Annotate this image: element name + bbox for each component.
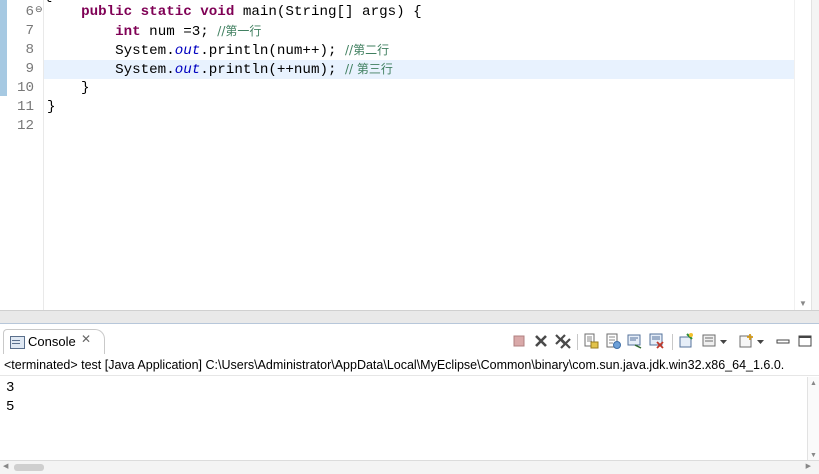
display-selected-console-icon[interactable] xyxy=(701,332,719,350)
output-line: 5 xyxy=(6,399,15,415)
minimize-icon[interactable] xyxy=(774,332,792,350)
comment-token: // 第三行 xyxy=(345,62,393,76)
show-on-output-icon[interactable] xyxy=(677,332,695,350)
console-vertical-scrollbar[interactable]: ▲ ▼ xyxy=(807,377,819,460)
fold-collapse-icon[interactable]: ⊖ xyxy=(35,3,43,18)
code-line[interactable]: 7 int num =3; //第一行 xyxy=(0,22,794,41)
toolbar-separator xyxy=(672,334,673,350)
scrollbar-thumb[interactable] xyxy=(14,464,44,471)
line-number: 6 xyxy=(25,4,34,20)
scroll-up-arrow-icon[interactable]: ▲ xyxy=(810,380,817,387)
chevron-down-icon[interactable] xyxy=(719,332,728,350)
code-token: .println(++num); xyxy=(200,62,346,78)
code-text: public static void main(String[] args) { xyxy=(47,3,422,22)
chevron-down-icon[interactable] xyxy=(756,332,765,350)
remove-launch-icon[interactable] xyxy=(532,332,550,350)
code-text: System.out.println(num++); //第二行 xyxy=(47,41,389,61)
maximize-icon[interactable] xyxy=(796,332,814,350)
line-number: 10 xyxy=(16,80,34,96)
field-token: out xyxy=(174,43,201,59)
keyword-token: int xyxy=(115,24,141,40)
console-view: Console ✕ <terminated> test [Java Applic… xyxy=(0,323,819,474)
scroll-down-arrow-icon[interactable]: ▼ xyxy=(810,452,817,459)
editor-vertical-scrollbar[interactable]: ▼ xyxy=(794,0,812,310)
line-number: 9 xyxy=(25,61,34,77)
code-token: } xyxy=(47,80,90,96)
tab-console[interactable]: Console ✕ xyxy=(3,329,105,354)
keyword-token: void xyxy=(200,4,235,20)
java-editor[interactable]: { 6⊖ public static void main(String[] ar… xyxy=(0,0,819,323)
keyword-token: static xyxy=(140,4,192,20)
scroll-lock-icon[interactable] xyxy=(582,332,600,350)
console-status-line: <terminated> test [Java Application] C:\… xyxy=(0,354,819,376)
overview-ruler xyxy=(811,0,819,310)
toolbar-separator xyxy=(577,334,578,350)
code-line[interactable]: 8 System.out.println(num++); //第二行 xyxy=(0,41,794,60)
view-splitter[interactable] xyxy=(0,310,819,323)
code-text: int num =3; //第一行 xyxy=(47,22,261,42)
code-token: System. xyxy=(47,62,175,78)
code-line[interactable]: 6 ⊖ public static void main(String[] args… xyxy=(0,3,794,22)
scroll-right-arrow-icon[interactable]: ▶ xyxy=(806,462,811,470)
tab-console-label: Console xyxy=(28,334,76,349)
line-number: 11 xyxy=(16,99,34,115)
console-output[interactable]: 3 5 xyxy=(0,377,808,460)
code-text: } xyxy=(47,98,56,117)
line-number: 7 xyxy=(25,23,34,39)
clear-console-icon[interactable] xyxy=(648,332,666,350)
line-number: 8 xyxy=(25,42,34,58)
code-token: } xyxy=(47,99,56,115)
word-wrap-icon[interactable] xyxy=(604,332,622,350)
code-line[interactable]: 12 xyxy=(0,117,794,136)
code-line[interactable]: 9 System.out.println(++num); // 第三行 xyxy=(0,60,794,79)
code-token: System. xyxy=(47,43,175,59)
terminate-icon[interactable] xyxy=(510,332,528,350)
remove-all-terminated-icon[interactable] xyxy=(554,332,572,350)
code-text: System.out.println(++num); // 第三行 xyxy=(47,60,393,80)
console-icon xyxy=(10,336,25,349)
field-token: out xyxy=(174,62,201,78)
code-line[interactable]: 11} xyxy=(0,98,794,117)
code-token: main(String[] args) { xyxy=(234,4,422,20)
scroll-left-arrow-icon[interactable]: ◀ xyxy=(3,462,8,470)
output-line: 3 xyxy=(6,380,15,396)
code-line[interactable]: 10 } xyxy=(0,79,794,98)
code-token: .println(num++); xyxy=(200,43,346,59)
keyword-token: public xyxy=(81,4,133,20)
pin-console-icon[interactable] xyxy=(626,332,644,350)
code-text: } xyxy=(47,79,90,98)
close-icon[interactable]: ✕ xyxy=(81,332,91,346)
comment-token: //第二行 xyxy=(345,43,390,57)
console-tabbar: Console ✕ xyxy=(0,324,819,355)
console-toolbar xyxy=(506,332,819,352)
open-console-icon[interactable] xyxy=(738,332,756,350)
scroll-down-arrow-icon[interactable]: ▼ xyxy=(799,299,807,308)
comment-token: //第一行 xyxy=(217,24,262,38)
code-token: num =3; xyxy=(140,24,218,40)
line-number: 12 xyxy=(16,118,34,134)
